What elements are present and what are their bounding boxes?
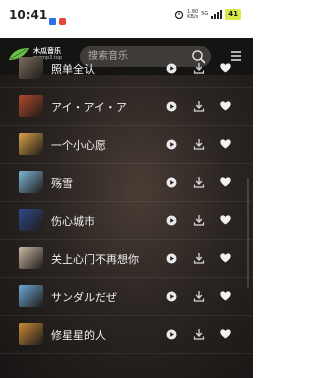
download-icon[interactable]: [193, 62, 205, 74]
song-cover-thumbnail: [19, 247, 43, 269]
play-icon[interactable]: [166, 329, 177, 340]
song-title[interactable]: 修星星的人: [51, 327, 106, 343]
song-title[interactable]: 殇雪: [51, 175, 73, 191]
play-icon[interactable]: [166, 139, 177, 150]
song-row[interactable]: 修星星的人: [0, 315, 253, 354]
download-icon[interactable]: [193, 252, 205, 264]
song-cover-thumbnail: [19, 285, 43, 307]
heart-icon[interactable]: [220, 177, 231, 187]
status-bar: 10:41 1.80 KB/s 5G 41: [0, 0, 253, 38]
song-row[interactable]: 一个小心愿: [0, 125, 253, 164]
app-notification-icon: [59, 18, 66, 25]
song-cover-thumbnail: [19, 57, 43, 79]
song-row[interactable]: サンダルだぜ: [0, 277, 253, 316]
song-title[interactable]: 伤心城市: [51, 213, 95, 229]
battery-indicator: 41: [225, 9, 241, 20]
heart-icon[interactable]: [220, 139, 231, 149]
status-indicators: 1.80 KB/s 5G 41: [174, 9, 241, 20]
download-icon[interactable]: [193, 328, 205, 340]
heart-icon[interactable]: [220, 253, 231, 263]
song-title[interactable]: 一个小心愿: [51, 137, 106, 153]
play-icon[interactable]: [166, 215, 177, 226]
download-icon[interactable]: [193, 100, 205, 112]
heart-icon[interactable]: [220, 329, 231, 339]
heart-icon[interactable]: [220, 63, 231, 73]
signal-icon: [211, 10, 223, 19]
song-cover-thumbnail: [19, 209, 43, 231]
net-type: 5G: [201, 11, 209, 17]
song-title[interactable]: サンダルだぜ: [51, 289, 117, 305]
song-cover-thumbnail: [19, 133, 43, 155]
play-icon[interactable]: [166, 291, 177, 302]
download-icon[interactable]: [193, 176, 205, 188]
download-icon[interactable]: [193, 214, 205, 226]
notification-icon: [49, 18, 56, 25]
song-cover-thumbnail: [19, 323, 43, 345]
heart-icon[interactable]: [220, 215, 231, 225]
song-title[interactable]: 照单全认: [51, 61, 95, 77]
status-time: 10:41: [9, 8, 48, 22]
heart-icon[interactable]: [220, 291, 231, 301]
song-title[interactable]: 关上心门不再想你: [51, 251, 139, 267]
download-icon[interactable]: [193, 138, 205, 150]
song-cover-thumbnail: [19, 171, 43, 193]
song-row[interactable]: 照单全认: [0, 49, 253, 88]
download-icon[interactable]: [193, 290, 205, 302]
song-row[interactable]: 关上心门不再想你: [0, 239, 253, 278]
play-icon[interactable]: [166, 63, 177, 74]
network-speed: 1.80 KB/s: [187, 9, 199, 20]
alarm-icon: [174, 10, 184, 19]
song-row[interactable]: 伤心城市: [0, 201, 253, 240]
notification-icons: [49, 11, 66, 30]
play-icon[interactable]: [166, 101, 177, 112]
net-speed-unit: KB/s: [187, 13, 199, 20]
song-row[interactable]: 殇雪: [0, 163, 253, 202]
song-title[interactable]: アイ・アイ・ア: [51, 99, 127, 115]
song-row[interactable]: アイ・アイ・ア: [0, 87, 253, 126]
song-cover-thumbnail: [19, 95, 43, 117]
scrollbar[interactable]: [247, 178, 249, 288]
app-screen: 木瓜音乐 mgmp3.top 照单全认アイ・アイ・ア一个小心愿殇雪伤心城市关上心…: [0, 38, 253, 378]
play-icon[interactable]: [166, 177, 177, 188]
play-icon[interactable]: [166, 253, 177, 264]
heart-icon[interactable]: [220, 101, 231, 111]
